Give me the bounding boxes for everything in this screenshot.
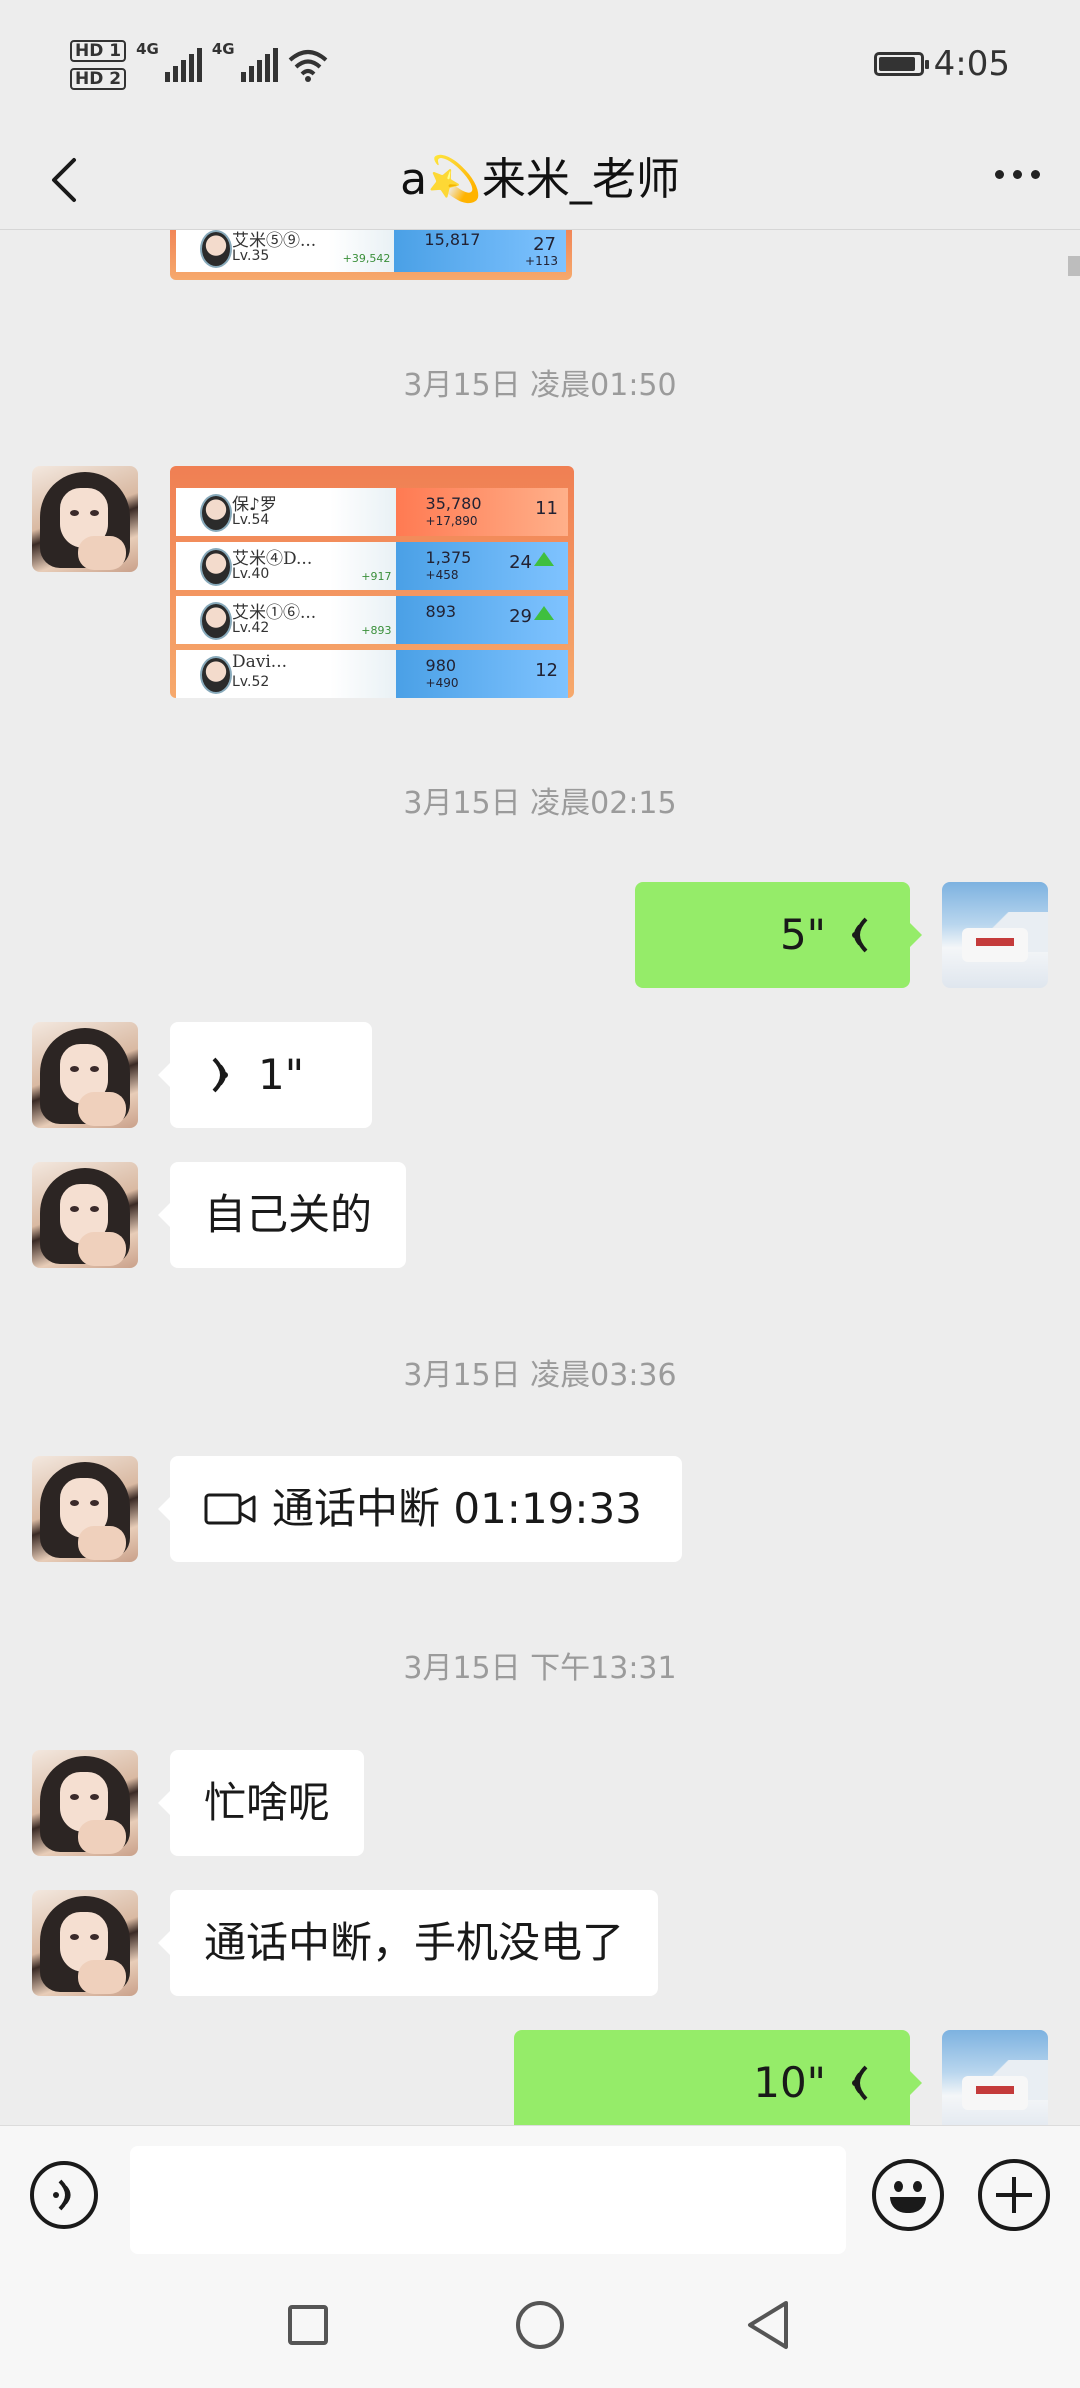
net1-label: 4G: [136, 40, 159, 58]
player-avatar-icon: [200, 494, 232, 532]
clock: 4:05: [933, 44, 1010, 84]
sim-badges: HD 1 HD 2: [70, 40, 127, 90]
video-camera-icon: [204, 1493, 256, 1525]
net2-label: 4G: [211, 40, 235, 58]
my-avatar[interactable]: [942, 882, 1048, 988]
player-rank: 24: [509, 552, 532, 573]
player-gain: +893: [361, 624, 392, 637]
text-message-in[interactable]: 忙啥呢: [157, 1750, 365, 1856]
message-input[interactable]: [130, 2146, 846, 2254]
signal-icon: [240, 48, 278, 82]
recent-apps-icon[interactable]: [288, 2305, 328, 2345]
plus-icon[interactable]: [978, 2159, 1050, 2231]
status-left: HD 1 HD 2 4G 4G: [70, 34, 328, 96]
player-sub: +17,890: [425, 514, 478, 528]
voice-wave-icon: [852, 2065, 868, 2101]
leaderboard-row: 艾米①⑥... Lv.42 +893 893 29: [176, 596, 568, 644]
sim1-badge: HD 1: [70, 40, 127, 62]
sim2-badge: HD 2: [70, 68, 127, 90]
player-avatar-icon: [200, 230, 232, 268]
timestamp: 3月15日 凌晨01:50: [403, 368, 677, 403]
player-avatar-icon: [200, 548, 232, 586]
player-avatar-icon: [200, 602, 232, 640]
player-level: Lv.40: [232, 566, 270, 582]
game-leaderboard-image[interactable]: 保♪罗 Lv.54 35,780 +17,890 11 艾米④D... Lv.4…: [170, 466, 574, 698]
voice-wave-icon: [852, 917, 868, 953]
voice-duration: 5": [779, 910, 826, 959]
video-call-message[interactable]: 通话中断 01:19:33: [158, 1456, 682, 1562]
voice-message-out[interactable]: 10": [514, 2030, 922, 2125]
player-rank: 27: [533, 234, 556, 255]
contact-avatar[interactable]: [32, 466, 138, 572]
player-gain: +39,542: [342, 252, 391, 265]
timestamp: 3月15日 下午13:31: [403, 1651, 677, 1686]
rank-up-icon: [534, 552, 554, 566]
voice-wave-icon: [212, 1057, 228, 1093]
emoji-icon[interactable]: [872, 2159, 944, 2231]
player-sub: +490: [425, 676, 459, 690]
player-rank: 29: [509, 606, 532, 627]
home-icon[interactable]: [516, 2301, 564, 2349]
my-avatar[interactable]: [942, 2030, 1048, 2125]
text-message-in[interactable]: 自己关的: [157, 1162, 407, 1268]
status-right: 4:05: [873, 44, 1010, 84]
contact-avatar[interactable]: [32, 1456, 138, 1562]
player-score: 1,375: [425, 548, 472, 567]
player-gain: +917: [361, 570, 392, 583]
wifi-icon: [288, 50, 327, 82]
player-score: 893: [425, 602, 457, 621]
leaderboard-row: 保♪罗 Lv.54 35,780 +17,890 11: [176, 488, 568, 536]
more-dots-icon[interactable]: [995, 170, 1040, 179]
back-icon[interactable]: [744, 2299, 792, 2351]
rank-up-icon: [534, 606, 554, 620]
contact-avatar[interactable]: [32, 1022, 138, 1128]
status-bar: HD 1 HD 2 4G 4G 4:05: [0, 0, 1080, 130]
player-sub: +458: [425, 568, 459, 582]
input-bar: [0, 2125, 1080, 2265]
voice-message-in[interactable]: 1": [158, 1022, 372, 1128]
player-rank: 11: [535, 498, 558, 519]
voice-duration: 10": [753, 2058, 826, 2107]
player-rank: 12: [535, 660, 558, 681]
player-level: Lv.35: [232, 248, 270, 264]
voice-message-out[interactable]: 5": [635, 882, 922, 988]
player-level: Lv.52: [232, 674, 270, 690]
player-name: Davi...: [232, 652, 288, 672]
scrollbar[interactable]: [1068, 256, 1080, 276]
voice-mode-icon[interactable]: [30, 2161, 98, 2229]
rank-change: +113: [525, 254, 558, 268]
leaderboard-row: 艾米⑤⑨... Lv.35 +39,542 15,817 27 +113: [176, 230, 566, 272]
contact-avatar[interactable]: [32, 1890, 138, 1996]
player-score: 15,817: [424, 230, 481, 249]
text-message-in[interactable]: 通话中断，手机没电了: [157, 1890, 659, 1996]
player-avatar-icon: [200, 656, 232, 694]
signal-icon: [164, 48, 202, 82]
timestamp: 3月15日 凌晨02:15: [403, 786, 677, 821]
call-status-text: 通话中断 01:19:33: [272, 1484, 642, 1533]
leaderboard-row: Davi... Lv.52 980 +490 12: [176, 650, 568, 698]
leaderboard-row: 艾米④D... Lv.40 +917 1,375 +458 24: [176, 542, 568, 590]
chat-history[interactable]: 艾米⑤⑨... Lv.35 +39,542 15,817 27 +113 3月1…: [0, 230, 1080, 2125]
player-score: 980: [425, 656, 457, 675]
chat-header: a💫来米_老师: [0, 130, 1080, 230]
player-level: Lv.54: [232, 512, 270, 528]
contact-avatar[interactable]: [32, 1162, 138, 1268]
timestamp: 3月15日 凌晨03:36: [403, 1358, 677, 1393]
contact-avatar[interactable]: [32, 1750, 138, 1856]
leaderboard-header: [170, 466, 574, 486]
player-level: Lv.42: [232, 620, 270, 636]
player-score: 35,780: [425, 494, 482, 513]
chat-title: a💫来米_老师: [400, 154, 680, 205]
battery-charging-icon: [873, 52, 929, 76]
system-nav-bar: [0, 2265, 1080, 2388]
game-leaderboard-image[interactable]: 艾米⑤⑨... Lv.35 +39,542 15,817 27 +113: [170, 230, 572, 280]
voice-duration: 1": [258, 1050, 305, 1099]
